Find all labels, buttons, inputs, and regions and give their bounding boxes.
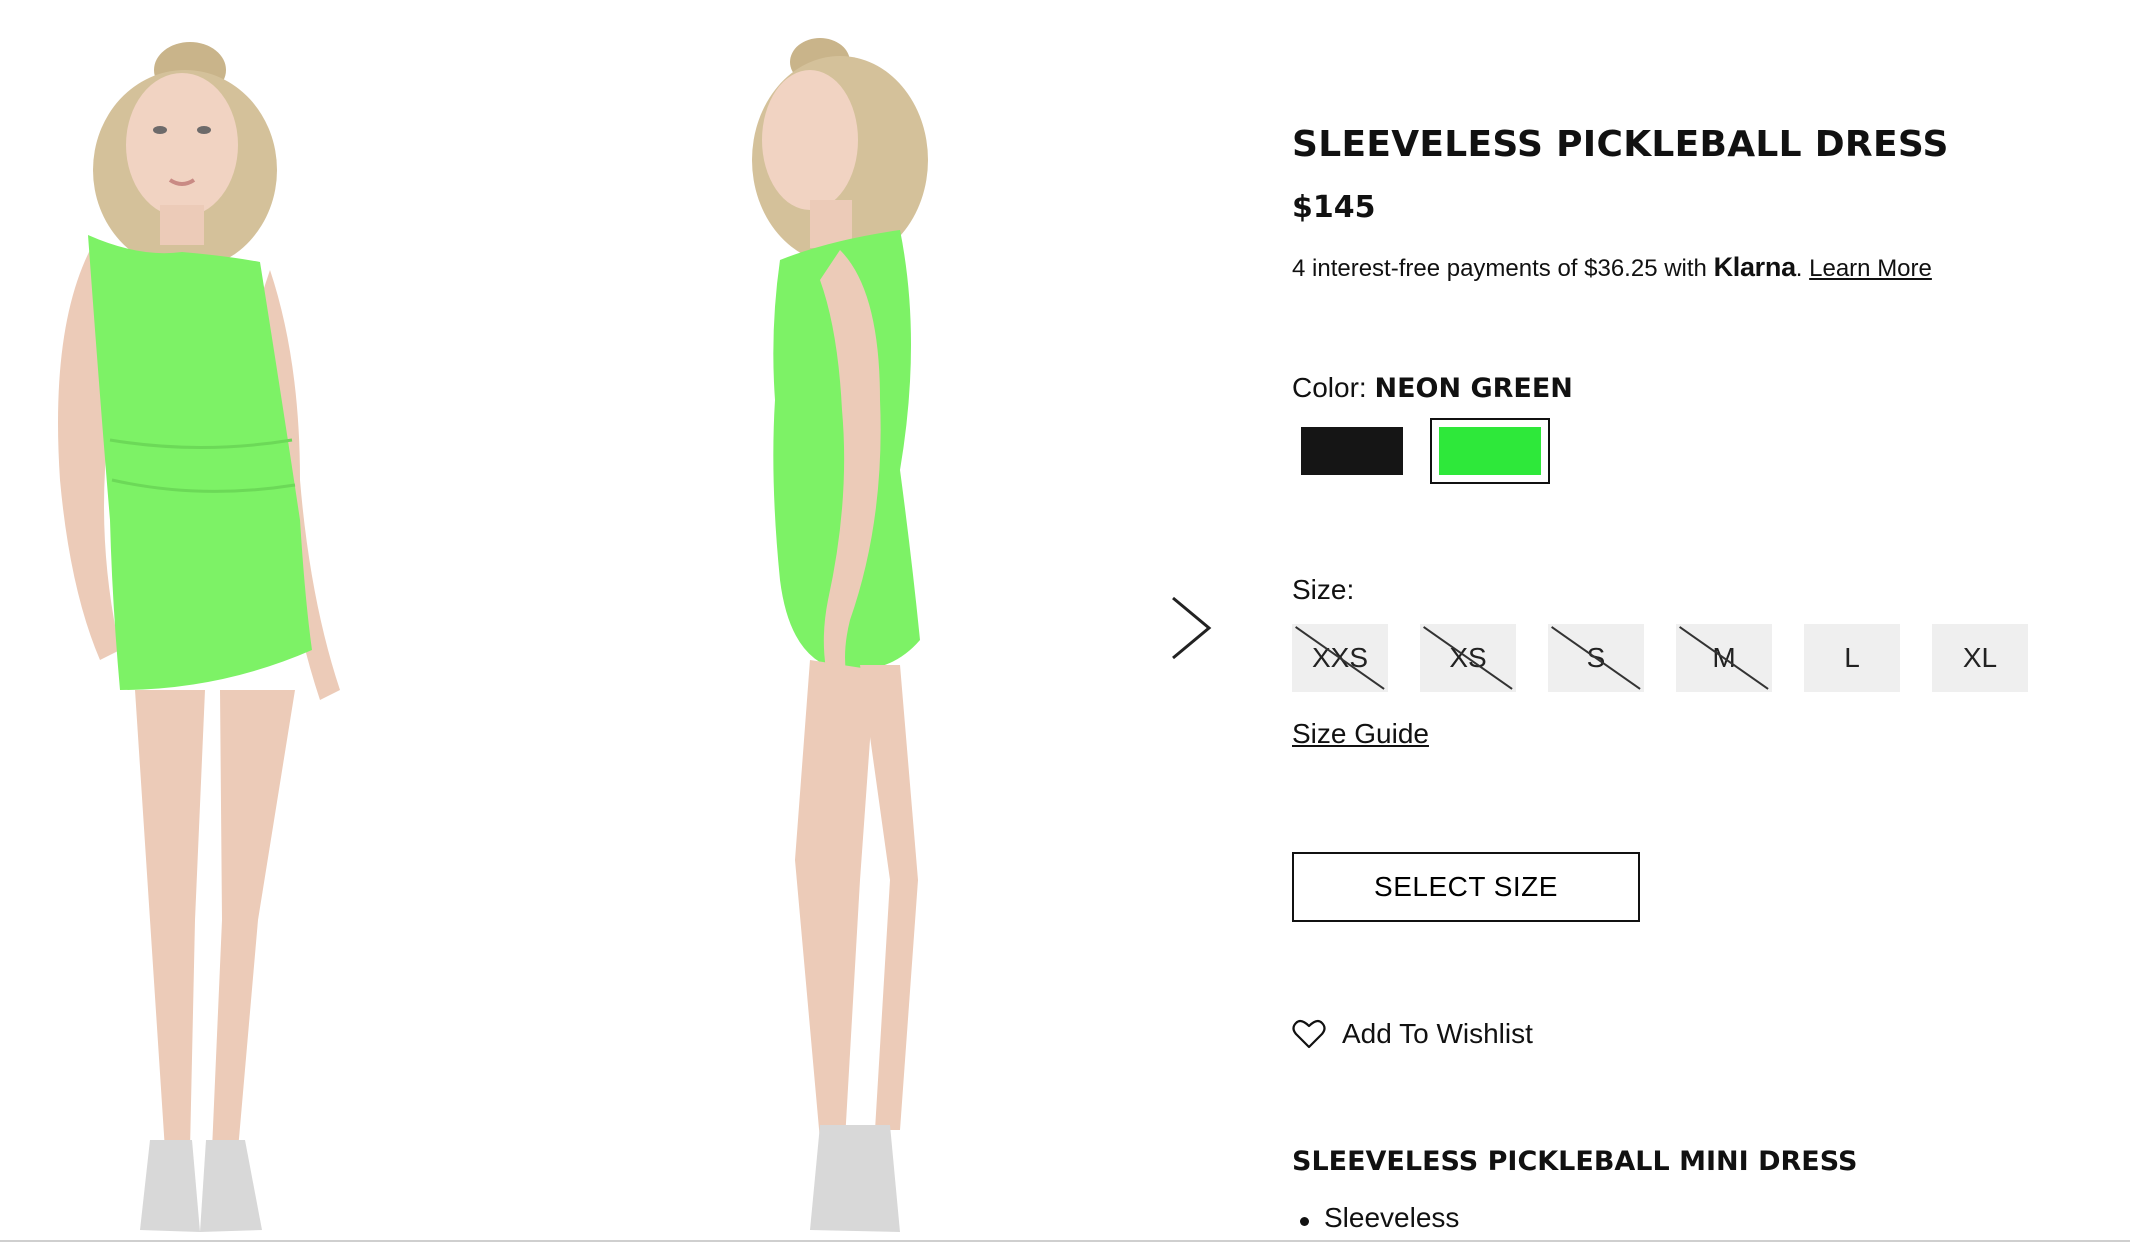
feature-list: Sleeveless bbox=[1292, 1202, 1459, 1234]
select-size-button[interactable]: SELECT SIZE bbox=[1292, 852, 1640, 922]
size-option-xxs[interactable]: XXS bbox=[1292, 624, 1388, 692]
color-swatch-black[interactable] bbox=[1292, 418, 1412, 484]
size-guide-link[interactable]: Size Guide bbox=[1292, 718, 1429, 750]
swatch-chip-neon-green bbox=[1439, 427, 1541, 475]
product-price: $145 bbox=[1292, 190, 1376, 225]
wishlist-label: Add To Wishlist bbox=[1342, 1018, 1533, 1049]
model-photo-front[interactable] bbox=[0, 0, 620, 1242]
product-gallery bbox=[0, 0, 1260, 1242]
size-option-xl[interactable]: XL bbox=[1932, 624, 2028, 692]
size-option-s[interactable]: S bbox=[1548, 624, 1644, 692]
size-options: XXS XS S M L XL bbox=[1292, 624, 2028, 692]
next-image-arrow[interactable] bbox=[1165, 592, 1221, 664]
swatch-chip-black bbox=[1301, 427, 1403, 475]
product-page: SLEEVELESS PICKLEBALL DRESS $145 4 inter… bbox=[0, 0, 2130, 1242]
color-label: Color: NEON GREEN bbox=[1292, 372, 1573, 404]
size-option-l[interactable]: L bbox=[1804, 624, 1900, 692]
selected-color-name: NEON GREEN bbox=[1374, 373, 1573, 404]
color-swatch-neon-green[interactable] bbox=[1430, 418, 1550, 484]
color-swatches bbox=[1292, 418, 1550, 484]
klarna-logo: Klarna bbox=[1713, 252, 1797, 282]
product-info-panel: SLEEVELESS PICKLEBALL DRESS $145 4 inter… bbox=[1292, 0, 2112, 1242]
add-to-wishlist-button[interactable]: Add To Wishlist bbox=[1292, 1018, 1533, 1050]
color-label-text: Color: bbox=[1292, 372, 1375, 403]
klarna-learn-more-link[interactable]: Learn More bbox=[1809, 255, 1932, 282]
klarna-payment-line: 4 interest-free payments of $36.25 with … bbox=[1292, 252, 1932, 283]
size-option-m[interactable]: M bbox=[1676, 624, 1772, 692]
size-label: Size: bbox=[1292, 574, 1355, 605]
size-option-xs[interactable]: XS bbox=[1420, 624, 1516, 692]
klarna-separator: . bbox=[1795, 255, 1810, 282]
description-title: SLEEVELESS PICKLEBALL MINI DRESS bbox=[1292, 1146, 1858, 1177]
chevron-right-icon bbox=[1172, 596, 1212, 660]
feature-item: Sleeveless bbox=[1292, 1202, 1459, 1234]
klarna-text: 4 interest-free payments of $36.25 with bbox=[1292, 255, 1714, 282]
heart-icon bbox=[1292, 1019, 1326, 1049]
product-title: SLEEVELESS PICKLEBALL DRESS bbox=[1292, 124, 1949, 165]
